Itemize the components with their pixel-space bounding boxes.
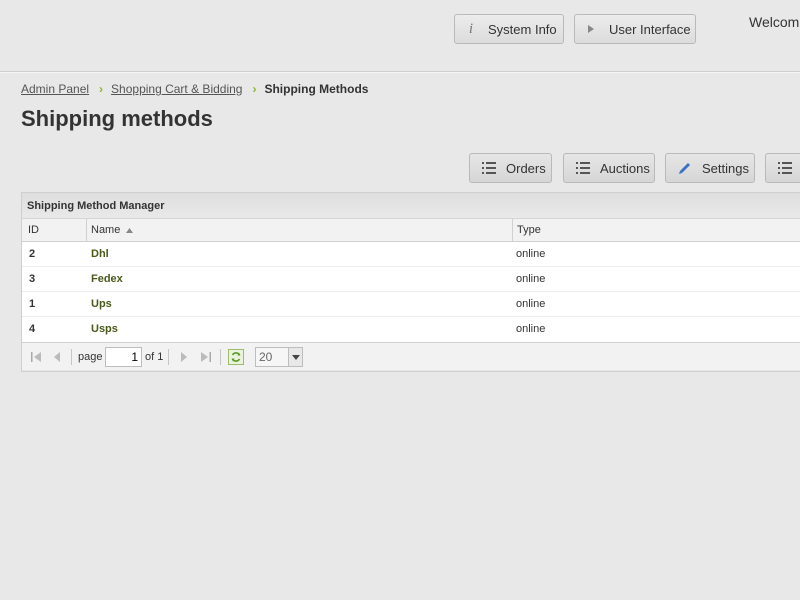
cell-name-link[interactable]: Usps bbox=[87, 317, 513, 342]
orders-label: Orders bbox=[506, 160, 546, 176]
cell-name-link[interactable]: Dhl bbox=[87, 242, 513, 267]
auctions-button[interactable]: Auctions bbox=[563, 153, 655, 183]
cell-id: 4 bbox=[29, 323, 36, 335]
page-total-label: of 1 bbox=[145, 351, 164, 363]
column-header-name[interactable]: Name bbox=[87, 219, 513, 242]
column-header-type[interactable]: Type bbox=[513, 219, 800, 242]
page-label: page bbox=[78, 351, 103, 363]
refresh-icon[interactable] bbox=[228, 349, 244, 365]
sort-asc-icon bbox=[126, 224, 134, 236]
last-page-icon[interactable] bbox=[199, 350, 213, 364]
list-icon bbox=[778, 161, 792, 175]
cell-name-link[interactable]: Fedex bbox=[87, 267, 513, 292]
auctions-label: Auctions bbox=[600, 160, 650, 176]
top-bar: i System Info User Interface Welcom bbox=[0, 0, 800, 72]
first-page-icon[interactable] bbox=[29, 350, 43, 364]
page-title: Shipping methods bbox=[21, 106, 213, 131]
breadcrumb-admin-panel[interactable]: Admin Panel bbox=[21, 82, 89, 96]
chevron-down-icon bbox=[288, 348, 302, 366]
table-row[interactable]: 2 Dhl online bbox=[22, 242, 800, 267]
divider bbox=[220, 349, 221, 365]
info-icon: i bbox=[468, 20, 474, 37]
settings-button[interactable]: Settings bbox=[665, 153, 755, 183]
table-row[interactable]: 4 Usps online bbox=[22, 317, 800, 342]
chevron-right-icon: › bbox=[252, 82, 257, 96]
welcome-text: Welcom bbox=[749, 14, 800, 30]
grid-body: 2 Dhl online 3 Fedex online 1 Ups online… bbox=[22, 242, 800, 342]
shipping-method-grid: Shipping Method Manager ID Name Type 2 D… bbox=[21, 192, 800, 372]
orders-button[interactable]: Orders bbox=[469, 153, 552, 183]
cell-id: 3 bbox=[29, 273, 36, 285]
breadcrumb: Admin Panel › Shopping Cart & Bidding › … bbox=[21, 82, 368, 96]
grid-column-headers: ID Name Type bbox=[22, 219, 800, 242]
more-button[interactable] bbox=[765, 153, 800, 183]
column-header-id[interactable]: ID bbox=[22, 219, 87, 242]
cell-type: online bbox=[516, 298, 546, 310]
page-size-value: 20 bbox=[259, 350, 273, 364]
breadcrumb-current: Shipping Methods bbox=[264, 82, 369, 96]
triangle-right-icon bbox=[577, 24, 605, 34]
pencil-icon bbox=[678, 161, 692, 175]
user-interface-label: User Interface bbox=[609, 21, 691, 37]
cell-id: 2 bbox=[29, 248, 36, 260]
settings-label: Settings bbox=[702, 160, 749, 176]
table-row[interactable]: 3 Fedex online bbox=[22, 267, 800, 292]
cell-name-link[interactable]: Ups bbox=[87, 292, 513, 317]
page-size-select[interactable]: 20 bbox=[255, 347, 303, 367]
grid-title: Shipping Method Manager bbox=[22, 193, 800, 219]
page-number-input[interactable] bbox=[105, 347, 142, 367]
divider bbox=[0, 72, 800, 73]
user-interface-button[interactable]: User Interface bbox=[574, 14, 696, 44]
pagination-bar: page of 1 20 bbox=[22, 342, 800, 370]
divider bbox=[168, 349, 169, 365]
cell-id: 1 bbox=[29, 298, 36, 310]
cell-type: online bbox=[516, 248, 546, 260]
table-row[interactable]: 1 Ups online bbox=[22, 292, 800, 317]
list-icon bbox=[482, 161, 496, 175]
system-info-button[interactable]: i System Info bbox=[454, 14, 564, 44]
next-page-icon[interactable] bbox=[177, 350, 191, 364]
breadcrumb-shopping-cart[interactable]: Shopping Cart & Bidding bbox=[111, 82, 242, 96]
cell-type: online bbox=[516, 323, 546, 335]
list-icon bbox=[576, 161, 590, 175]
divider bbox=[71, 349, 72, 365]
chevron-right-icon: › bbox=[99, 82, 104, 96]
previous-page-icon[interactable] bbox=[50, 350, 64, 364]
cell-type: online bbox=[516, 273, 546, 285]
system-info-label: System Info bbox=[488, 21, 557, 37]
